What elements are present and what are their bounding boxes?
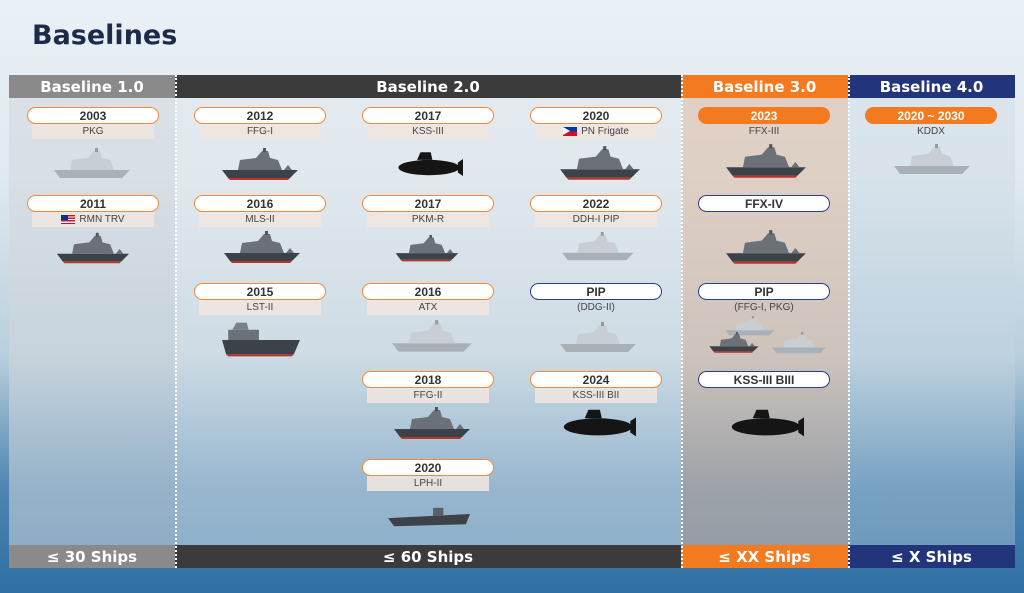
frigate-ship-icon	[560, 146, 640, 180]
timeline-item-mls-2: 2016 MLS-II	[194, 195, 326, 227]
column-divider	[848, 75, 850, 568]
timeline-item-kddx: 2020 ~ 2030 KDDX	[865, 107, 997, 139]
ship-class-label: KDDX	[917, 126, 945, 137]
timeline-item-lst-2: 2015 LST-II	[194, 283, 326, 315]
baseline-3-header: Baseline 3.0	[681, 75, 848, 98]
year-label: PIP	[530, 283, 662, 300]
ship-class-label: LST-II	[199, 300, 321, 315]
landing-ship-icon	[222, 322, 300, 357]
ship-class-label: FFX-III	[748, 126, 780, 137]
year-label: 2023	[698, 107, 830, 124]
baseline-1-footer: ≤ 30 Ships	[9, 545, 175, 568]
frigate-ship-icon	[395, 234, 459, 262]
ship-class-label: FFG-I	[199, 124, 321, 139]
frigate-ship-icon	[894, 144, 970, 174]
timeline-item-kss-3-b2: 2024 KSS-III BII	[530, 371, 662, 403]
year-label: 2015	[194, 283, 326, 300]
year-label: 2017	[362, 195, 494, 212]
year-label: KSS-III BIII	[698, 371, 830, 388]
year-label: 2003	[27, 107, 159, 124]
timeline-item-kss-3: 2017 KSS-III	[362, 107, 494, 139]
ship-class-label: PN Frigate	[581, 126, 629, 137]
ship-class-label: MLS-II	[199, 212, 321, 227]
year-label: 2016	[194, 195, 326, 212]
philippines-flag-icon	[563, 127, 578, 136]
ship-class-label: KSS-III	[367, 124, 489, 139]
year-label: PIP	[698, 283, 830, 300]
submarine-icon	[731, 409, 804, 437]
ship-class-label: KSS-III BII	[535, 388, 657, 403]
baseline-4-header: Baseline 4.0	[848, 75, 1015, 98]
timeline-item-pn-frigate: 2020 PN Frigate	[530, 107, 662, 139]
year-label: 2016	[362, 283, 494, 300]
frigate-ship-icon	[562, 232, 634, 261]
timeline-item-pkm-r: 2017 PKM-R	[362, 195, 494, 227]
timeline-item-pip-ffg-1-pkg: PIP (FFG-I, PKG)	[698, 283, 830, 315]
timeline-item-ffx-3: 2023 FFX-III	[698, 107, 830, 139]
frigate-ship-icon	[392, 320, 472, 352]
year-label: 2020	[362, 459, 494, 476]
frigate-ship-icon	[560, 322, 636, 352]
timeline-item-pip-ddg-2: PIP (DDG-II)	[530, 283, 662, 315]
year-label: 2020 ~ 2030	[865, 107, 997, 124]
baseline-2-footer: ≤ 60 Ships	[175, 545, 681, 568]
timeline-item-pkg: 2003 PKG	[27, 107, 159, 139]
submarine-icon	[398, 152, 463, 177]
frigate-ship-icon	[726, 144, 806, 178]
page-title: Baselines	[32, 20, 178, 51]
year-label: 2017	[362, 107, 494, 124]
timeline-item-rmn-trv: 2011 RMN TRV	[27, 195, 159, 227]
column-divider	[175, 75, 177, 568]
timeline-item-kss-3-b3: KSS-III BIII	[698, 371, 830, 388]
ship-class-label: ATX	[367, 300, 489, 315]
timeline-item-ffx-4: FFX-IV	[698, 195, 830, 212]
baseline-2-header: Baseline 2.0	[175, 75, 681, 98]
submarine-icon	[563, 409, 636, 437]
timeline-item-lph-2: 2020 LPH-II	[362, 459, 494, 491]
baseline-3-footer: ≤ XX Ships	[681, 545, 848, 568]
year-label: 2022	[530, 195, 662, 212]
frigate-ship-icon	[726, 230, 806, 264]
frigate-ship-icon	[54, 148, 130, 178]
frigate-ship-icon	[222, 148, 298, 180]
year-label: 2024	[530, 371, 662, 388]
baseline-1-header: Baseline 1.0	[9, 75, 175, 98]
frigate-ship-icon	[394, 407, 470, 439]
ship-class-label: (FFG-I, PKG)	[734, 302, 794, 313]
ship-class-label: DDH-I PIP	[535, 212, 657, 227]
column-divider	[681, 75, 683, 568]
frigate-ship-icon	[772, 332, 826, 354]
timeline-item-ffg-1: 2012 FFG-I	[194, 107, 326, 139]
year-label: 2018	[362, 371, 494, 388]
ship-class-label: LPH-II	[367, 476, 489, 491]
ship-class-label: PKM-R	[367, 212, 489, 227]
ship-class-label: FFG-II	[367, 388, 489, 403]
malaysia-flag-icon	[61, 215, 76, 224]
year-label: 2012	[194, 107, 326, 124]
year-label: 2020	[530, 107, 662, 124]
timeline-item-ffg-2: 2018 FFG-II	[362, 371, 494, 403]
ship-class-label: RMN TRV	[79, 214, 125, 225]
ship-class-label: PKG	[32, 124, 154, 139]
frigate-ship-icon	[56, 232, 130, 264]
year-label: 2011	[27, 195, 159, 212]
timeline-item-atx: 2016 ATX	[362, 283, 494, 315]
frigate-ship-icon	[224, 231, 300, 263]
year-label: FFX-IV	[698, 195, 830, 212]
timeline-item-ddh-1-pip: 2022 DDH-I PIP	[530, 195, 662, 227]
baseline-4-footer: ≤ X Ships	[848, 545, 1015, 568]
ship-class-label: (DDG-II)	[577, 302, 615, 313]
frigate-ship-icon	[709, 332, 759, 353]
carrier-ship-icon	[388, 507, 470, 527]
